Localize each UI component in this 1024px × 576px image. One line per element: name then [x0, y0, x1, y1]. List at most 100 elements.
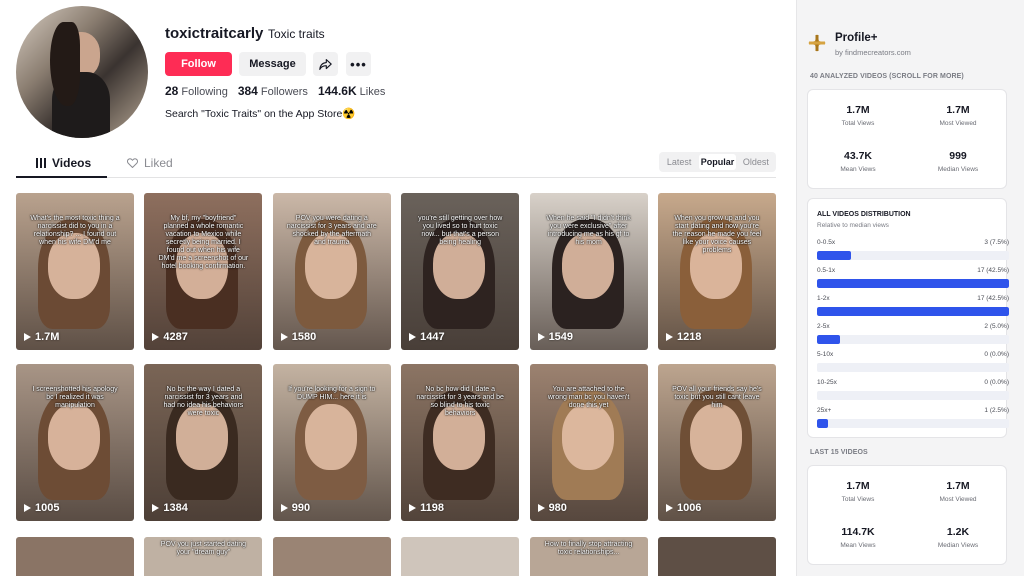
- sort-toggle: Latest Popular Oldest: [659, 152, 776, 172]
- video-caption: When you grow up and you start dating an…: [672, 215, 762, 254]
- video-caption: No bc how did I date a narcissist for 3 …: [416, 386, 504, 417]
- grid-icon: [36, 158, 46, 168]
- share-button[interactable]: [313, 52, 338, 76]
- video-view-count: 1580: [280, 331, 316, 343]
- video-view-count: 1006: [665, 502, 701, 514]
- distribution-card: ALL VIDEOS DISTRIBUTION Relative to medi…: [807, 198, 1009, 438]
- video-caption: What's the most toxic thing a narcissist…: [30, 215, 120, 246]
- sort-oldest[interactable]: Oldest: [738, 154, 774, 170]
- bucket-count: 1 (2.5%): [984, 407, 1009, 414]
- play-icon: [280, 504, 288, 512]
- bucket-count: 2 (5.0%): [984, 323, 1009, 330]
- video-view-count: 1005: [24, 502, 59, 514]
- video-card[interactable]: POV you just started dating your "dream …: [144, 537, 263, 576]
- distribution-bucket: 25x+ 1 (2.5%): [817, 407, 1009, 428]
- video-caption: POV you just started dating your "dream …: [160, 541, 246, 556]
- video-card[interactable]: POV you were dating a narcissist for 3 y…: [272, 193, 391, 350]
- profile-plus-logo-icon: [808, 34, 826, 52]
- bucket-bar-track: [817, 335, 1009, 344]
- video-card[interactable]: POV all your friends say he's toxic but …: [657, 364, 776, 521]
- video-card[interactable]: No bc the way I dated a narcissist for 3…: [144, 364, 263, 521]
- last-metric-total-views: 1.7M Total Views: [841, 480, 875, 503]
- follow-button[interactable]: Follow: [165, 52, 232, 76]
- tab-videos[interactable]: Videos: [36, 156, 91, 170]
- followers-stat[interactable]: 384 Followers: [238, 84, 308, 98]
- video-thumbnail-face: [48, 404, 100, 470]
- bucket-bar-track: [817, 419, 1009, 428]
- video-card[interactable]: No bc how did I date a narcissist for 3 …: [401, 364, 520, 521]
- profile-bio: Search "Toxic Traits" on the App Store☢️: [165, 108, 356, 120]
- play-icon: [24, 504, 31, 512]
- tab-liked[interactable]: Liked: [127, 156, 173, 170]
- video-caption: My bf, my "boyfriend" planned a whole ro…: [158, 215, 249, 270]
- distribution-bucket: 1-2x 17 (42.5%): [817, 295, 1009, 316]
- video-card[interactable]: [16, 537, 134, 576]
- avatar[interactable]: [16, 6, 148, 138]
- video-card[interactable]: I screenshotted his apology bc I realize…: [16, 364, 134, 521]
- video-caption: POV all your friends say he's toxic but …: [672, 386, 762, 409]
- video-card[interactable]: When he said "I didn't think you were ex…: [529, 193, 648, 350]
- video-card[interactable]: You are attached to the wrong man bc you…: [529, 364, 648, 521]
- profile-plus-panel: Profile+ by findmecreators.com 40 ANALYZ…: [796, 0, 1024, 576]
- distribution-bucket: 2-5x 2 (5.0%): [817, 323, 1009, 344]
- play-icon: [152, 504, 160, 512]
- following-stat[interactable]: 28 Following: [165, 84, 228, 98]
- video-card[interactable]: [657, 537, 776, 576]
- video-card[interactable]: When you grow up and you start dating an…: [657, 193, 776, 350]
- bucket-range: 2-5x: [817, 323, 830, 330]
- video-card[interactable]: What's the most toxic thing a narcissist…: [16, 193, 134, 350]
- share-icon: [319, 58, 332, 70]
- active-tab-indicator: [16, 176, 107, 178]
- play-icon: [537, 333, 545, 341]
- extension-title: Profile+: [835, 32, 878, 44]
- last-videos-label: LAST 15 VIDEOS: [810, 449, 868, 456]
- video-card[interactable]: you're still getting over how you lived …: [401, 193, 520, 350]
- video-card[interactable]: How to finally stop attracting toxic rel…: [529, 537, 648, 576]
- bucket-count: 0 (0.0%): [984, 351, 1009, 358]
- bucket-count: 17 (42.5%): [977, 267, 1009, 274]
- profile-stats: 28 Following 384 Followers 144.6K Likes: [165, 84, 385, 98]
- video-grid: What's the most toxic thing a narcissist…: [16, 193, 776, 521]
- video-caption: You are attached to the wrong man bc you…: [547, 386, 630, 409]
- video-card[interactable]: If you're looking for a sign to DUMP HIM…: [272, 364, 391, 521]
- sort-latest[interactable]: Latest: [661, 154, 697, 170]
- video-thumbnail-face: [689, 404, 742, 470]
- bucket-bar-fill: [817, 251, 851, 260]
- video-view-count: 4287: [152, 331, 188, 343]
- more-icon: •••: [350, 56, 367, 72]
- extension-subtitle[interactable]: by findmecreators.com: [835, 48, 911, 57]
- metric-total-views: 1.7M Total Views: [841, 104, 875, 127]
- distribution-title: ALL VIDEOS DISTRIBUTION: [817, 211, 911, 218]
- heart-icon: [127, 158, 138, 168]
- video-caption: No bc the way I dated a narcissist for 3…: [163, 386, 244, 417]
- bucket-range: 5-10x: [817, 351, 834, 358]
- video-card[interactable]: My bf, my "boyfriend" planned a whole ro…: [144, 193, 263, 350]
- video-caption: POV you were dating a narcissist for 3 y…: [286, 215, 377, 246]
- bucket-bar-track: [817, 251, 1009, 260]
- distribution-subtitle: Relative to median views: [817, 222, 889, 229]
- play-icon: [24, 333, 31, 341]
- last-metric-median-views: 1.2K Median Views: [937, 526, 979, 549]
- bucket-count: 0 (0.0%): [984, 379, 1009, 386]
- more-button[interactable]: •••: [346, 52, 371, 76]
- video-view-count: 1447: [409, 331, 445, 343]
- play-icon: [665, 504, 673, 512]
- sort-popular[interactable]: Popular: [699, 154, 736, 170]
- video-view-count: 980: [537, 502, 567, 514]
- distribution-bucket: 10-25x 0 (0.0%): [817, 379, 1009, 400]
- video-card[interactable]: [401, 537, 520, 576]
- bucket-bar-fill: [817, 307, 1009, 316]
- distribution-bucket: 5-10x 0 (0.0%): [817, 351, 1009, 372]
- message-button[interactable]: Message: [239, 52, 306, 76]
- video-caption: When he said "I didn't think you were ex…: [546, 215, 631, 246]
- likes-stat: 144.6K Likes: [317, 84, 386, 98]
- bucket-bar-track: [817, 307, 1009, 316]
- video-card[interactable]: [272, 537, 391, 576]
- bucket-range: 25x+: [817, 407, 832, 414]
- bucket-bar-fill: [817, 419, 829, 428]
- video-grid-partial: POV you just started dating your "dream …: [16, 537, 776, 576]
- play-icon: [280, 333, 288, 341]
- video-thumbnail-face: [304, 404, 357, 470]
- video-caption: How to finally stop attracting toxic rel…: [544, 541, 633, 556]
- play-icon: [537, 504, 545, 512]
